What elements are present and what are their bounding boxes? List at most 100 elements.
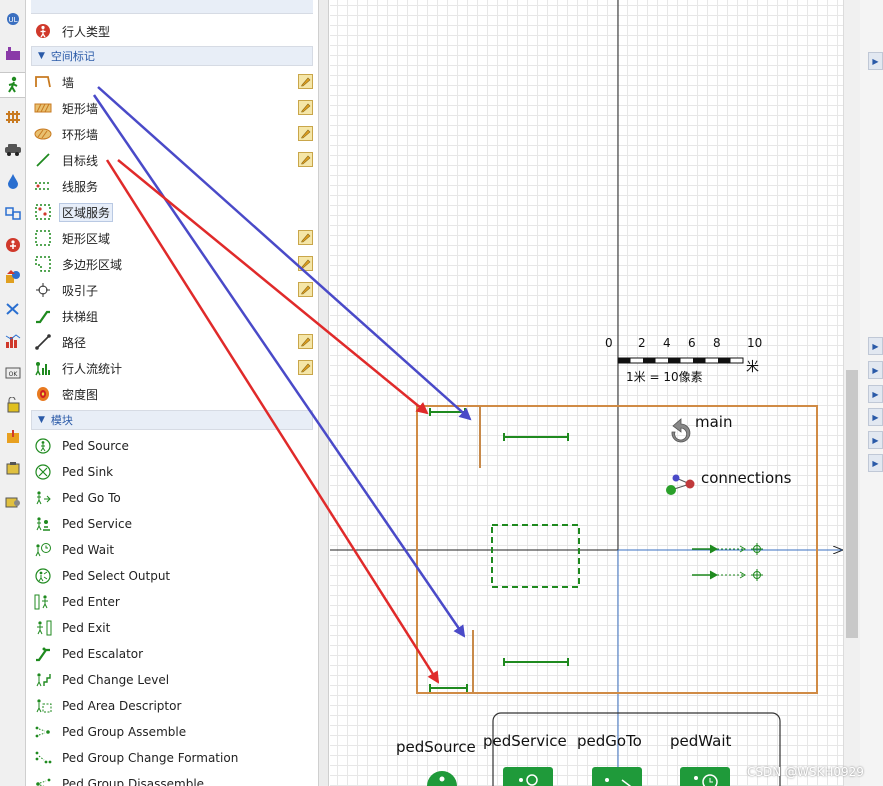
- block-label-ped-wait[interactable]: pedWait: [670, 732, 731, 750]
- expand-panel-button-2[interactable]: ▶: [868, 337, 883, 355]
- area-service-shape: [491, 524, 580, 588]
- palette-item[interactable]: Ped Change Level: [33, 668, 309, 692]
- palette-item[interactable]: Ped Wait: [33, 538, 309, 562]
- palette-item-label: 行人流统计: [62, 361, 123, 376]
- palette-item[interactable]: Ped Exit: [33, 616, 309, 640]
- palette-item[interactable]: 多边形区域: [33, 252, 313, 276]
- watermark: CSDN @WSKH0929: [747, 765, 864, 779]
- expand-panel-button-3[interactable]: ▶: [868, 361, 883, 379]
- library-connectivity-icon[interactable]: [0, 424, 25, 450]
- library-pedestrian-red-icon[interactable]: [0, 232, 25, 258]
- connections-label[interactable]: connections: [701, 469, 791, 487]
- drawing-mode-pencil-icon[interactable]: [298, 152, 313, 167]
- main-label[interactable]: main: [695, 413, 732, 431]
- library-basic-icon[interactable]: UL: [0, 6, 25, 32]
- palette-item[interactable]: Ped Group Disassemble: [33, 772, 309, 786]
- palette-item[interactable]: 矩形墙: [33, 96, 313, 120]
- expand-panel-button-4[interactable]: ▶: [868, 385, 883, 403]
- palette-item-label: Ped Area Descriptor: [62, 699, 182, 713]
- path-icon: [33, 332, 53, 352]
- attractor-icon: [33, 280, 53, 300]
- flow-statistics-icon: [33, 358, 53, 378]
- library-analysis-icon[interactable]: [0, 328, 25, 354]
- expand-panel-button-5[interactable]: ▶: [868, 408, 883, 426]
- palette-item-pedestrian-type[interactable]: 行人类型: [33, 19, 309, 43]
- drawing-mode-pencil-icon[interactable]: [298, 230, 313, 245]
- block-label-ped-source[interactable]: pedSource: [396, 738, 476, 756]
- palette-item[interactable]: Ped Source: [33, 434, 309, 458]
- drawing-mode-pencil-icon[interactable]: [298, 100, 313, 115]
- palette-item-label: 环形墙: [62, 127, 99, 142]
- palette-item[interactable]: Ped Group Assemble: [33, 720, 309, 744]
- library-material-icon[interactable]: [0, 200, 25, 226]
- palette-item[interactable]: 扶梯组: [33, 304, 309, 328]
- library-process-icon[interactable]: [0, 40, 25, 66]
- palette-item-label: 密度图: [62, 387, 99, 402]
- svg-text:UL: UL: [8, 16, 17, 24]
- palette-item[interactable]: 行人流统计: [33, 356, 313, 380]
- palette-item-label: Ped Change Level: [62, 673, 170, 687]
- palette-item[interactable]: Ped Sink: [33, 460, 309, 484]
- palette-item-label: Ped Go To: [62, 491, 121, 505]
- library-presentation-icon[interactable]: OK: [0, 360, 25, 386]
- pedestrian-type-icon: [33, 21, 53, 41]
- wall-icon: [33, 72, 53, 92]
- library-space-icon[interactable]: [0, 296, 25, 322]
- block-label-ped-go-to[interactable]: pedGoTo: [577, 732, 642, 750]
- palette-item[interactable]: Ped Go To: [33, 486, 309, 510]
- section-blocks[interactable]: ▼ 模块: [31, 410, 313, 430]
- palette-item[interactable]: Ped Area Descriptor: [33, 694, 309, 718]
- library-controls-icon[interactable]: [0, 392, 25, 418]
- drawing-mode-pencil-icon[interactable]: [298, 256, 313, 271]
- palette-item[interactable]: 线服务: [33, 174, 309, 198]
- palette-item-label: 线服务: [62, 179, 99, 194]
- library-fluid-icon[interactable]: [0, 168, 25, 194]
- library-agent-icon[interactable]: [0, 264, 25, 290]
- panel-splitter[interactable]: [319, 0, 329, 786]
- ped-source-icon: [33, 436, 53, 456]
- graphical-editor-canvas[interactable]: 0 2 4 6 8 10 米 1米 = 10像素 main connection…: [330, 0, 843, 786]
- palette-item[interactable]: 目标线: [33, 148, 313, 172]
- vertical-scrollbar[interactable]: [843, 0, 860, 786]
- palette-item[interactable]: Ped Service: [33, 512, 309, 536]
- expand-panel-button-1[interactable]: ▶: [868, 52, 883, 70]
- palette-item[interactable]: 密度图: [33, 382, 309, 406]
- drawing-mode-pencil-icon[interactable]: [298, 360, 313, 375]
- library-3d-objects-icon[interactable]: [0, 488, 25, 514]
- scale-tick-6: 6: [688, 336, 696, 350]
- palette-item[interactable]: Ped Enter: [33, 590, 309, 614]
- palette-item[interactable]: Ped Group Change Formation: [33, 746, 309, 770]
- flow-path-2: [692, 569, 763, 581]
- drawing-mode-pencil-icon[interactable]: [298, 334, 313, 349]
- palette-item[interactable]: 矩形区域: [33, 226, 313, 250]
- library-pedestrian-icon[interactable]: [0, 72, 25, 98]
- expand-panel-button-7[interactable]: ▶: [868, 454, 883, 472]
- expand-panel-button-6[interactable]: ▶: [868, 431, 883, 449]
- palette-item-label: 墙: [62, 75, 75, 90]
- ped-escalator-icon: [33, 644, 53, 664]
- palette-item[interactable]: 区域服务: [33, 200, 309, 224]
- drawing-mode-pencil-icon[interactable]: [298, 282, 313, 297]
- library-pictures-icon[interactable]: [0, 456, 25, 482]
- section-label: 模块: [50, 414, 73, 427]
- palette-item[interactable]: Ped Select Output: [33, 564, 309, 588]
- library-bar: UL OK: [0, 0, 26, 786]
- palette-item[interactable]: 墙: [33, 70, 313, 94]
- scrollbar-thumb[interactable]: [846, 370, 858, 638]
- palette-item-label: Ped Group Assemble: [62, 725, 187, 739]
- palette-item-label: 行人类型: [62, 24, 111, 39]
- svg-text:OK: OK: [8, 371, 18, 378]
- palette-item[interactable]: 环形墙: [33, 122, 313, 146]
- section-space-markup[interactable]: ▼ 空间标记: [31, 46, 313, 66]
- palette-item[interactable]: 吸引子: [33, 278, 313, 302]
- palette-item[interactable]: 路径: [33, 330, 313, 354]
- block-label-ped-service[interactable]: pedService: [483, 732, 567, 750]
- canvas-drawing: [330, 0, 843, 786]
- drawing-mode-pencil-icon[interactable]: [298, 74, 313, 89]
- library-road-icon[interactable]: [0, 136, 25, 162]
- drawing-mode-pencil-icon[interactable]: [298, 126, 313, 141]
- target-line-icon: [33, 150, 53, 170]
- library-rail-icon[interactable]: [0, 104, 25, 130]
- ped-group-assemble-icon: [33, 722, 53, 742]
- palette-item[interactable]: Ped Escalator: [33, 642, 309, 666]
